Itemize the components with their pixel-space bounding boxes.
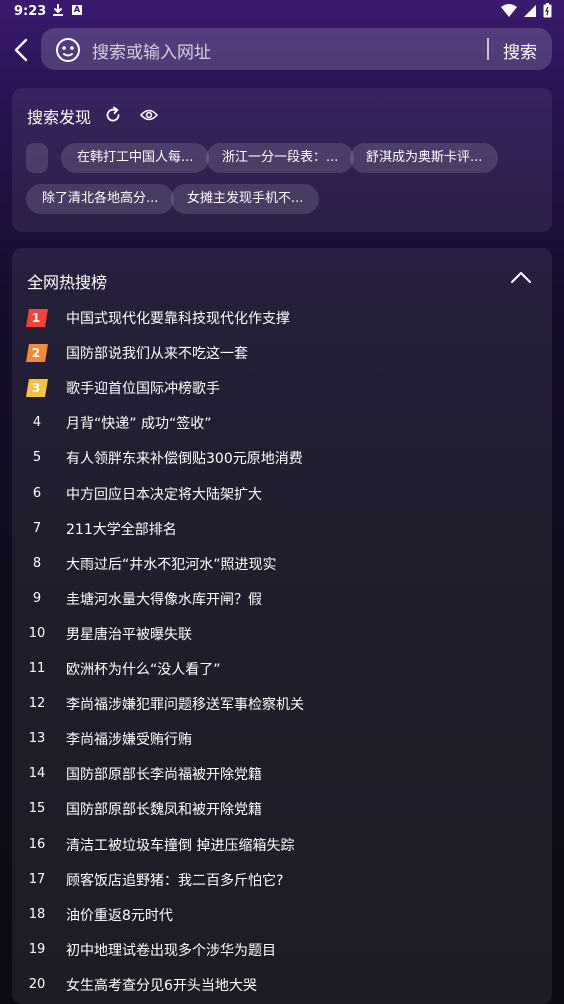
hot-item[interactable]: 20 女生高考查分见6开头当地大哭 (12, 969, 552, 1004)
status-bar: 9:23 A (0, 0, 564, 24)
discover-chip[interactable]: 在韩打工中国人每... (61, 143, 210, 173)
hot-rank: 3 (31, 381, 41, 396)
hot-rank: 10 (28, 625, 46, 641)
hot-item[interactable]: 11 欧洲杯为什么“没人看了” (12, 653, 552, 688)
discover-chip[interactable]: 除了清北各地高分... (26, 184, 175, 214)
search-input[interactable]: 搜索或输入网址 (92, 38, 211, 63)
hot-rank: 12 (28, 696, 46, 712)
hot-item[interactable]: 7 211大学全部排名 (12, 513, 552, 548)
hot-item[interactable]: 13 李尚福涉嫌受贿行贿 (12, 723, 552, 758)
search-button[interactable]: 搜索 (503, 38, 537, 63)
hot-item[interactable]: 10 男星唐治平被曝失联 (12, 618, 552, 653)
hot-rank: 16 (28, 836, 46, 852)
hot-title: 全网热搜榜 (27, 273, 108, 292)
hot-item-text[interactable]: 月背“快递” 成功“签收” (66, 413, 211, 433)
hot-rank: 18 (28, 906, 46, 922)
hot-item[interactable]: 15 国防部原部长魏凤和被开除党籍 (12, 793, 552, 828)
hot-item-text[interactable]: 男星唐治平被曝失联 (66, 624, 192, 644)
hot-item-text[interactable]: 211大学全部排名 (66, 519, 177, 539)
discover-chip[interactable]: 浙江一分一段表：... (206, 143, 355, 173)
hot-item[interactable]: 16 清洁工被垃圾车撞倒 掉进压缩箱失踪 (12, 829, 552, 864)
hot-item[interactable]: 6 中方回应日本决定将大陆架扩大 (12, 478, 552, 513)
download-icon (53, 4, 63, 16)
hot-rank: 4 (32, 415, 42, 431)
hot-rank: 14 (28, 766, 46, 782)
a-icon: A (72, 5, 82, 15)
hot-item-text[interactable]: 国防部原部长李尚福被开除党籍 (66, 764, 262, 784)
discover-chip[interactable]: 女摊主发现手机不... (171, 184, 320, 214)
wifi-icon (501, 3, 517, 17)
top-bar: 搜索或输入网址 搜索 (0, 28, 564, 72)
discover-chip[interactable]: 舒淇成为奥斯卡评... (350, 143, 499, 173)
hot-rank: 2 (31, 346, 41, 361)
hot-item[interactable]: 1 中国式现代化要靠科技现代化作支撑 (12, 302, 552, 337)
hot-item-text[interactable]: 中方回应日本决定将大陆架扩大 (66, 484, 262, 504)
hot-item[interactable]: 19 初中地理试卷出现多个涉华为题目 (12, 934, 552, 969)
hot-rank: 9 (32, 590, 42, 606)
hot-item-text[interactable]: 清洁工被垃圾车撞倒 掉进压缩箱失踪 (66, 835, 294, 855)
eye-icon[interactable] (140, 108, 158, 122)
status-time: 9:23 (14, 4, 47, 19)
hot-item[interactable]: 18 油价重返8元时代 (12, 899, 552, 934)
hot-item[interactable]: 8 大雨过后“井水不犯河水”照进现实 (12, 548, 552, 583)
search-divider (487, 38, 489, 60)
discover-chip[interactable] (26, 143, 48, 173)
hot-rank: 7 (32, 520, 42, 536)
hot-item-text[interactable]: 大雨过后“井水不犯河水”照进现实 (66, 554, 277, 574)
hot-item-text[interactable]: 顾客饭店追野猪：我二百多斤怕它? (66, 870, 283, 890)
hot-rank: 19 (28, 941, 46, 957)
hot-item-text[interactable]: 欧洲杯为什么“没人看了” (66, 659, 221, 679)
hot-item-text[interactable]: 圭塘河水量大得像水库开闸？假 (66, 589, 262, 609)
search-discover-card: 搜索发现 在韩打工中国人每... 浙江一分一段表：... 舒淇成为奥斯卡评...… (12, 88, 552, 232)
search-box[interactable]: 搜索或输入网址 搜索 (41, 28, 552, 70)
hot-item[interactable]: 4 月背“快递” 成功“签收” (12, 407, 552, 442)
rank-badge-icon: 3 (26, 379, 48, 398)
hot-item-text[interactable]: 歌手迎首位国际冲榜歌手 (66, 378, 220, 398)
hot-item-text[interactable]: 李尚福涉嫌犯罪问题移送军事检察机关 (66, 694, 304, 714)
hot-rank: 11 (28, 661, 46, 676)
hot-item-text[interactable]: 女生高考查分见6开头当地大哭 (66, 975, 257, 995)
hot-rank: 17 (28, 871, 46, 887)
hot-item[interactable]: 3 歌手迎首位国际冲榜歌手 (12, 372, 552, 407)
hot-item-text[interactable]: 国防部说我们从来不吃这一套 (66, 343, 248, 363)
rank-badge-icon: 2 (26, 344, 48, 363)
hot-rank: 6 (32, 485, 42, 501)
back-arrow-icon[interactable] (10, 36, 34, 64)
hot-item-text[interactable]: 初中地理试卷出现多个涉华为题目 (66, 940, 276, 960)
hot-rank: 5 (32, 450, 42, 466)
hot-rank: 1 (31, 311, 41, 325)
hot-rank: 15 (28, 801, 46, 817)
hot-item[interactable]: 2 国防部说我们从来不吃这一套 (12, 337, 552, 372)
hot-search-card: 全网热搜榜 1 中国式现代化要靠科技现代化作支撑 2 国防部说我们从来不吃这一套 3 歌手… (12, 248, 552, 1004)
hot-item[interactable]: 17 顾客饭店追野猪：我二百多斤怕它? (12, 864, 552, 899)
rank-badge-icon: 1 (26, 309, 48, 327)
hot-item-text[interactable]: 李尚福涉嫌受贿行贿 (66, 729, 192, 749)
hot-item-text[interactable]: 油价重返8元时代 (66, 905, 173, 925)
battery-icon (543, 3, 552, 18)
discover-title: 搜索发现 (27, 108, 92, 127)
hot-item-text[interactable]: 有人领胖东来补偿倒贴300元原地消费 (66, 448, 303, 468)
hot-item[interactable]: 9 圭塘河水量大得像水库开闸？假 (12, 583, 552, 618)
refresh-icon[interactable] (104, 106, 122, 124)
chevron-up-icon[interactable] (510, 270, 532, 284)
hot-item[interactable]: 14 国防部原部长李尚福被开除党籍 (12, 758, 552, 793)
robot-face-icon (56, 38, 80, 62)
hot-rank: 8 (32, 555, 42, 571)
hot-item-text[interactable]: 国防部原部长魏凤和被开除党籍 (66, 799, 262, 819)
hot-item-text[interactable]: 中国式现代化要靠科技现代化作支撑 (66, 308, 290, 328)
hot-item[interactable]: 5 有人领胖东来补偿倒贴300元原地消费 (12, 442, 552, 477)
signal-icon (524, 4, 536, 17)
hot-item[interactable]: 12 李尚福涉嫌犯罪问题移送军事检察机关 (12, 688, 552, 723)
hot-rank: 20 (28, 976, 46, 992)
hot-rank: 13 (28, 731, 46, 747)
